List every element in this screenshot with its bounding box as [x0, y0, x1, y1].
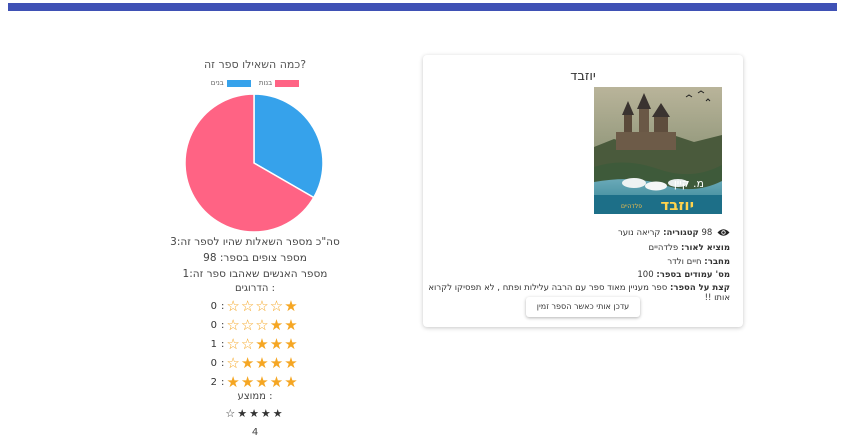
cover-title-text: יוזבד [660, 196, 694, 214]
about-label: קצת על הספר: [669, 283, 730, 293]
rating-separator: : [221, 300, 225, 312]
borrow-pie-chart [184, 93, 324, 233]
star-filled-icon: ★ [255, 373, 269, 391]
rating-row: 1: ☆ ☆ ★ ★ ★ [197, 336, 327, 352]
star-filled-icon: ★ [284, 316, 298, 334]
likes-stat: מספר האנשים שאהבו ספר זה:1 [182, 268, 328, 280]
author-label: מחבר: [704, 257, 730, 267]
rating-row: 2: ★ ★ ★ ★ ★ [197, 374, 327, 390]
rating-row: 0: ☆ ★ ★ ★ ★ [197, 355, 327, 371]
publisher-value: פלדהיים [648, 243, 681, 253]
views-line: 98 קטגוריה: קריאה נוער [423, 228, 730, 238]
rating-stars: ☆ ☆ ★ ★ ★ [226, 336, 297, 352]
author-line: מחבר: חיים ולדר [423, 257, 730, 267]
rating-count: 0 [210, 300, 217, 312]
star-outline-icon: ☆ [255, 297, 269, 315]
views-stat: מספר צופים בספר: 98 [203, 252, 307, 264]
pages-value: 100 [637, 270, 657, 280]
book-cover-art: מ. קיין יוזבד פלדהיים [594, 87, 722, 214]
rating-count: 1 [210, 338, 217, 350]
legend-item-girls[interactable]: בנות [258, 78, 300, 88]
chart-legend: בנות בנים [160, 78, 350, 88]
book-card: יוזבד מ. קיין יוזבד פלדהיים 98 קטגוריה: … [423, 55, 743, 327]
rating-stars: ☆ ☆ ☆ ★ ★ [226, 317, 297, 333]
rating-stars: ☆ ★ ★ ★ ★ [226, 355, 297, 371]
star-outline-icon: ☆ [255, 316, 269, 334]
star-filled-icon: ★ [240, 354, 255, 372]
star-outline-icon: ☆ [226, 316, 240, 334]
rating-separator: : [221, 357, 225, 369]
rating-stars: ★ ★ ★ ★ ★ [226, 374, 297, 390]
star-filled-icon: ★ [255, 354, 269, 372]
star-outline-icon: ☆ [269, 297, 284, 315]
rating-separator: : [221, 319, 225, 331]
total-questions-stat: סה"כ מספר השאלות שהיו לספר זה:3 [170, 236, 340, 248]
star-outline-icon: ☆ [226, 354, 240, 372]
average-value: 4 [251, 427, 259, 438]
publisher-label: מוציא לאור: [680, 243, 730, 253]
rating-stars: ☆ ☆ ☆ ☆ ★ [226, 298, 297, 314]
rating-row: 0: ☆ ☆ ☆ ☆ ★ [197, 298, 327, 314]
star-outline-icon: ☆ [240, 297, 255, 315]
eye-icon [717, 229, 730, 236]
star-filled-icon: ★ [269, 373, 284, 391]
book-cover-image: מ. קיין יוזבד פלדהיים [594, 87, 722, 214]
legend-label-girls: בנות [258, 79, 273, 87]
average-label: ממוצע : [237, 391, 273, 402]
star-filled-icon: ★ [284, 354, 298, 372]
book-title: יוזבד [570, 69, 596, 84]
pages-line: מס' עמודים בספר: 100 [423, 270, 730, 280]
star-filled-icon: ★ [240, 373, 255, 391]
star-filled-icon: ★ [284, 297, 298, 315]
average-stars: ☆★★★★ [225, 407, 285, 420]
rating-separator: : [221, 376, 225, 388]
legend-item-boys[interactable]: בנים [211, 78, 251, 88]
rating-count: 2 [210, 376, 217, 388]
legend-swatch-boys [226, 79, 251, 87]
star-filled-icon: ★ [284, 373, 298, 391]
rating-row: 0: ☆ ☆ ☆ ★ ★ [197, 317, 327, 333]
star-filled-icon: ★ [269, 354, 284, 372]
rating-count: 0 [210, 357, 217, 369]
legend-label-boys: בנים [210, 79, 224, 87]
cover-publisher-text: פלדהיים [621, 203, 642, 210]
star-filled-icon: ★ [269, 335, 284, 353]
star-filled-icon: ★ [284, 335, 298, 353]
star-outline-icon: ☆ [240, 335, 255, 353]
star-outline-icon: ☆ [226, 335, 240, 353]
star-outline-icon: ☆ [240, 316, 255, 334]
category-label: קטגוריה: [663, 228, 699, 238]
top-app-bar [8, 3, 837, 11]
pages-label: מס' עמודים בספר: [656, 270, 730, 280]
cover-author-text: מ. קיין [674, 177, 704, 190]
star-filled-icon: ★ [269, 316, 284, 334]
chart-title: כמה השאילו ספר זה? [203, 58, 307, 71]
views-count: 98 [701, 228, 713, 238]
star-outline-icon: ☆ [226, 297, 240, 315]
category-value: קריאה נוער [617, 228, 664, 238]
legend-swatch-girls [275, 79, 300, 87]
rating-separator: : [221, 338, 225, 350]
rating-count: 0 [210, 319, 217, 331]
star-filled-icon: ★ [255, 335, 269, 353]
publisher-line: מוציא לאור: פלדהיים [423, 243, 730, 253]
book-statistics-panel: כמה השאילו ספר זה? בנות בנים סה"כ מספר ה… [160, 58, 350, 438]
ratings-label: הדרוגים : [235, 283, 275, 294]
author-value: חיים ולדר [667, 257, 705, 267]
notify-when-available-button[interactable]: עדכן אותי כאשר הספר זמין [526, 297, 640, 317]
star-filled-icon: ★ [226, 373, 240, 391]
